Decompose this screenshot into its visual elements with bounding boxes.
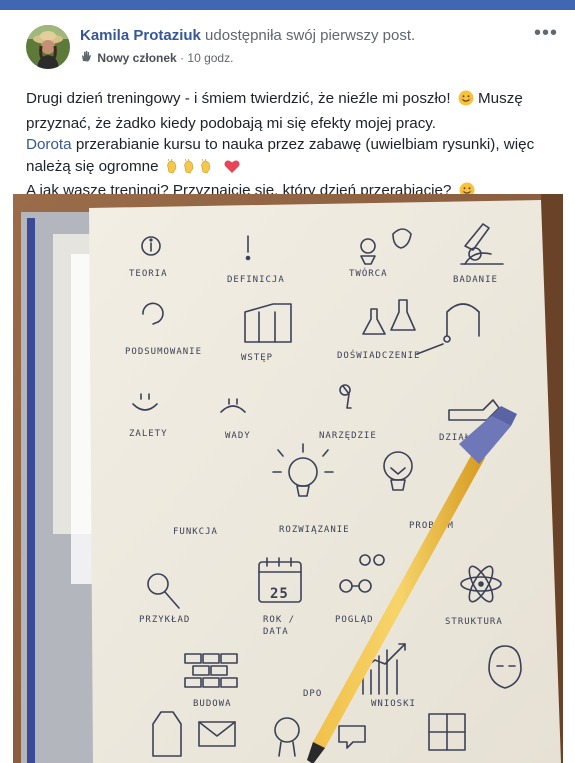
meta-separator: ·	[180, 51, 185, 65]
mention-link[interactable]: Dorota	[26, 136, 72, 153]
waving-hand-icon	[80, 50, 94, 65]
post-line-3: Dorota przerabianie kursu to nauka przez…	[26, 134, 556, 156]
post-line-4: należą się ogromne	[26, 156, 556, 181]
label-wnioski: WNIOSKI	[371, 699, 416, 709]
label-wstep: WSTĘP	[241, 353, 273, 363]
post-timestamp[interactable]: 10 godz.	[187, 51, 233, 65]
sketch-photo: TEORIA DEFINICJA TWÓRCA BADANIE PODSUMOW…	[13, 194, 563, 763]
label-calendar-number: 25	[270, 586, 289, 602]
label-tworca: TWÓRCA	[349, 267, 388, 279]
avatar[interactable]	[26, 25, 70, 69]
post-line-3-text: przerabianie kursu to nauka przez zabawę…	[75, 136, 535, 153]
smiling-face-icon	[458, 90, 474, 113]
post-line-2: przyznać, że żadko kiedy podobają mi się…	[26, 114, 436, 132]
label-zalety: ZALETY	[129, 429, 168, 439]
label-dpo: DPO	[303, 689, 322, 699]
post-line-1-end: Muszę	[478, 90, 523, 107]
post-meta: Nowy członek · 10 godz.	[80, 50, 233, 65]
post-line-4-text: należą się ogromne	[26, 157, 159, 175]
label-data: DATA	[263, 627, 289, 637]
label-narzedzie: NARZĘDZIE	[319, 431, 377, 441]
label-doswiadczenie: DOŚWIADCZENIE	[337, 349, 420, 361]
author-name-link[interactable]: Kamila Protaziuk	[80, 27, 201, 44]
label-teoria: TEORIA	[129, 269, 168, 279]
clapping-hands-icon	[183, 158, 199, 181]
post-author-line: Kamila Protaziuk udostępniła swój pierws…	[80, 27, 415, 44]
label-struktura: STRUKTURA	[445, 617, 503, 627]
post-line-1-text: Drugi dzień treningowy - i śmiem twierdz…	[26, 90, 451, 107]
label-poglad: POGLĄD	[335, 615, 374, 625]
label-badanie: BADANIE	[453, 275, 498, 285]
label-rok: ROK /	[263, 615, 295, 625]
label-funkcja: FUNKCJA	[173, 527, 218, 537]
new-member-badge[interactable]: Nowy członek	[97, 51, 176, 65]
clapping-hands-icon	[166, 158, 182, 181]
post-line-1: Drugi dzień treningowy - i śmiem twierdz…	[26, 88, 556, 113]
heart-icon	[224, 159, 240, 181]
post-text: Drugi dzień treningowy - i śmiem twierdz…	[26, 88, 556, 205]
label-definicja: DEFINICJA	[227, 275, 285, 285]
label-podsumowanie: PODSUMOWANIE	[125, 347, 202, 357]
avatar-image	[26, 25, 70, 69]
label-wady: WADY	[225, 431, 251, 441]
clapping-hands-icon	[200, 158, 216, 181]
post-photo[interactable]: TEORIA DEFINICJA TWÓRCA BADANIE PODSUMOW…	[13, 194, 563, 763]
more-options-button[interactable]: •••	[534, 23, 558, 43]
label-budowa: BUDOWA	[193, 699, 232, 709]
label-rozwiazanie: ROZWIĄZANIE	[279, 525, 350, 535]
post-card: Kamila Protaziuk udostępniła swój pierws…	[0, 10, 575, 763]
post-action-text: udostępniła swój pierwszy post.	[205, 27, 416, 44]
label-przyklad: PRZYKŁAD	[139, 615, 190, 625]
top-nav-bar	[0, 0, 575, 10]
